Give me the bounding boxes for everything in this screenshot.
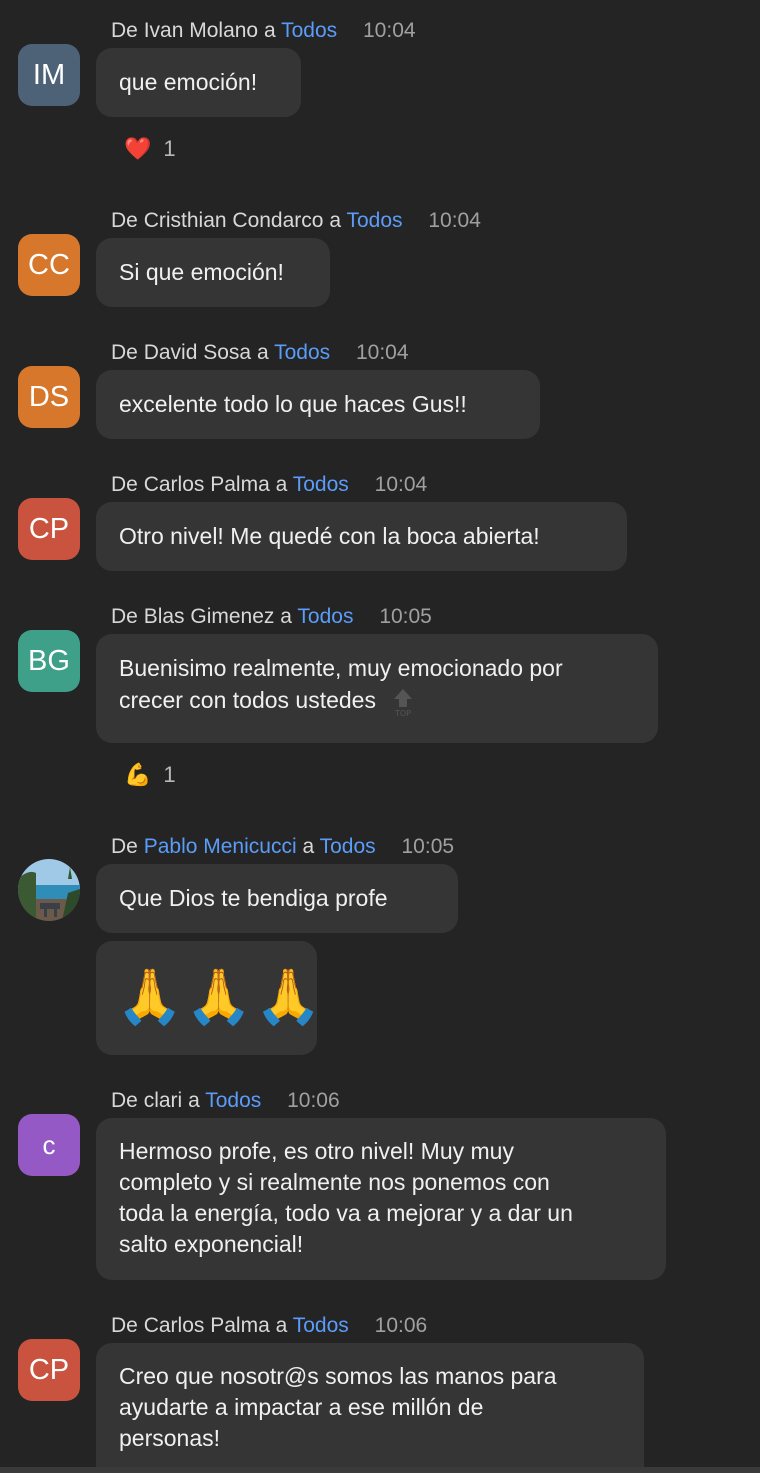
to-label: a	[188, 1089, 200, 1112]
message-header: De Cristhian Condarco a Todos 10:04	[111, 208, 481, 234]
to-label: a	[280, 605, 292, 628]
avatar[interactable]: CP	[18, 1339, 80, 1401]
from-label: De	[111, 19, 138, 42]
from-label: De	[111, 473, 138, 496]
message-time: 10:04	[428, 209, 481, 232]
reaction-badge[interactable]: 💪 1	[124, 762, 176, 788]
flexed-biceps-emoji-icon: 💪	[124, 762, 152, 787]
to-label: a	[329, 209, 341, 232]
sender-name: clari	[143, 1089, 183, 1112]
heart-emoji-icon: ❤️	[124, 136, 152, 161]
message-bubble[interactable]: Buenisimo realmente, muy emocionado por …	[96, 634, 658, 743]
scroll-to-top-icon[interactable]: TOP	[392, 687, 414, 717]
message-text-line: personas!	[119, 1425, 221, 1451]
avatar-initials: IM	[32, 59, 66, 91]
recipient-link[interactable]: Todos	[293, 1314, 349, 1337]
recipient-link[interactable]: Todos	[346, 209, 402, 232]
message-header: De clari a Todos 10:06	[111, 1088, 340, 1114]
avatar[interactable]: IM	[18, 44, 80, 106]
avatar-initials: CC	[28, 249, 70, 281]
recipient-link[interactable]: Todos	[320, 835, 376, 858]
reaction-count: 1	[163, 136, 176, 161]
message-text: excelente todo lo que haces Gus!!	[119, 391, 467, 417]
avatar[interactable]: CC	[18, 234, 80, 296]
avatar[interactable]: BG	[18, 630, 80, 692]
praying-hands-emoji-icon: 🙏🙏🙏	[116, 967, 324, 1027]
message-text: Que Dios te bendiga profe	[119, 885, 388, 911]
message-text-line: crecer con todos ustedes	[119, 687, 376, 713]
message-bubble[interactable]: que emoción!	[96, 48, 301, 117]
message-text-line: toda la energía, todo va a mejorar y a d…	[119, 1200, 573, 1226]
from-label: De	[111, 1089, 138, 1112]
avatar-initials: BG	[28, 645, 70, 677]
recipient-link[interactable]: Todos	[274, 341, 330, 364]
message-time: 10:05	[401, 835, 455, 858]
chat-message-list[interactable]: De Ivan Molano a Todos 10:04 IM que emoc…	[0, 0, 760, 1473]
message-text-line: Hermoso profe, es otro nivel! Muy muy	[119, 1138, 514, 1164]
message-bubble[interactable]: Otro nivel! Me quedé con la boca abierta…	[96, 502, 627, 571]
from-label: De	[111, 1314, 138, 1337]
from-label: De	[111, 341, 138, 364]
sender-name: David Sosa	[143, 341, 252, 364]
message-header: De Carlos Palma a Todos 10:06	[111, 1313, 427, 1339]
avatar-initials: DS	[28, 381, 70, 413]
recipient-link[interactable]: Todos	[293, 473, 349, 496]
message-header: De Blas Gimenez a Todos 10:05	[111, 604, 432, 630]
message-text-line: completo y si realmente nos ponemos con	[119, 1169, 550, 1195]
message-text-line: ayudarte a impactar a ese millón de	[119, 1394, 484, 1420]
to-label: a	[256, 341, 269, 364]
from-label: De	[111, 835, 138, 858]
message-bubble[interactable]: Que Dios te bendiga profe	[96, 864, 458, 933]
message-time: 10:04	[374, 473, 428, 496]
sender-name: Cristhian Condarco	[143, 209, 324, 232]
svg-text:TOP: TOP	[394, 709, 411, 717]
avatar[interactable]: CP	[18, 498, 80, 560]
sender-name: Blas Gimenez	[143, 605, 275, 628]
sender-name: Ivan Molano	[143, 19, 259, 42]
message-time: 10:04	[363, 19, 416, 42]
message-time: 10:04	[355, 341, 409, 364]
bottom-scroll-edge	[0, 1467, 760, 1473]
sender-name: Carlos Palma	[143, 473, 270, 496]
message-bubble[interactable]: Si que emoción!	[96, 238, 330, 307]
message-time: 10:06	[287, 1089, 340, 1112]
message-bubble[interactable]: excelente todo lo que haces Gus!!	[96, 370, 540, 439]
message-time: 10:06	[374, 1314, 428, 1337]
to-label: a	[263, 19, 276, 42]
beach-photo-icon	[18, 859, 80, 921]
avatar[interactable]: c	[18, 1114, 80, 1176]
reaction-badge[interactable]: ❤️ 1	[124, 136, 176, 162]
message-bubble[interactable]: Creo que nosotr@s somos las manos para a…	[96, 1343, 644, 1473]
avatar[interactable]: DS	[18, 366, 80, 428]
from-label: De	[111, 209, 138, 232]
recipient-link[interactable]: Todos	[205, 1089, 261, 1112]
message-header: De Pablo Menicucci a Todos 10:05	[111, 834, 454, 860]
message-header: De Carlos Palma a Todos 10:04	[111, 472, 427, 498]
to-label: a	[302, 835, 315, 858]
message-text: Si que emoción!	[119, 259, 284, 285]
reaction-count: 1	[163, 762, 176, 787]
avatar-initials: CP	[28, 1354, 70, 1386]
to-label: a	[275, 1314, 288, 1337]
message-text: que emoción!	[119, 69, 258, 95]
sender-name-link[interactable]: Pablo Menicucci	[144, 835, 297, 858]
from-label: De	[111, 605, 138, 628]
recipient-link[interactable]: Todos	[281, 19, 337, 42]
avatar-initials: c	[42, 1130, 56, 1160]
emoji-message-bubble[interactable]: 🙏🙏🙏	[96, 941, 322, 1055]
message-text-line: Creo que nosotr@s somos las manos para	[119, 1363, 557, 1389]
message-time: 10:05	[379, 605, 432, 628]
sender-name: Carlos Palma	[143, 1314, 270, 1337]
message-header: De David Sosa a Todos 10:04	[111, 340, 409, 366]
message-bubble[interactable]: Hermoso profe, es otro nivel! Muy muy co…	[96, 1118, 666, 1280]
message-header: De Ivan Molano a Todos 10:04	[111, 18, 416, 44]
avatar-initials: CP	[28, 513, 70, 545]
to-label: a	[275, 473, 288, 496]
recipient-link[interactable]: Todos	[297, 605, 353, 628]
message-text-line: salto exponencial!	[119, 1231, 304, 1257]
message-text: Otro nivel! Me quedé con la boca abierta…	[119, 523, 540, 549]
message-text-line: Buenisimo realmente, muy emocionado por	[119, 655, 563, 681]
avatar-photo[interactable]	[18, 859, 80, 921]
